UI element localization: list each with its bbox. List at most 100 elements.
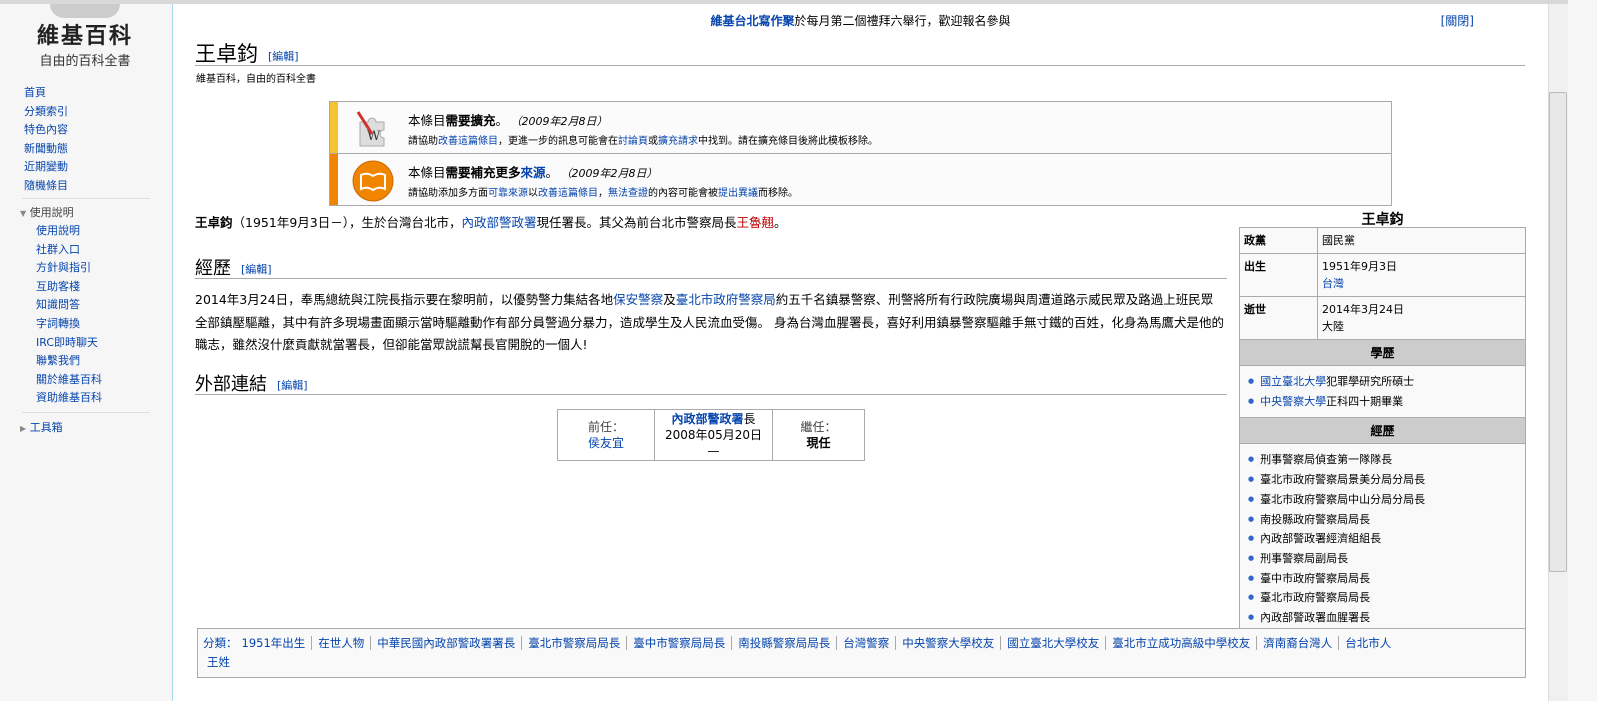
category-link[interactable]: 王姓 <box>203 655 236 669</box>
category-link[interactable]: 臺北市警察局局長 <box>521 636 627 650</box>
nav-item-news[interactable]: 新聞動態 <box>24 140 68 159</box>
ambox-text: 的內容可能會被 <box>648 188 718 199</box>
father-link[interactable]: 王魯翹 <box>737 215 775 230</box>
category-link-text[interactable]: 台灣警察 <box>843 636 889 650</box>
help-item[interactable]: 互助客棧 <box>36 278 102 297</box>
category-link[interactable]: 台北市人 <box>1338 636 1398 650</box>
list-item: 內政部警政署血腥署長 <box>1248 608 1517 628</box>
reliable-sources-link[interactable]: 可靠來源 <box>488 188 528 199</box>
category-link-text[interactable]: 中央警察大學校友 <box>902 636 994 650</box>
help-item[interactable]: 知識問答 <box>36 296 102 315</box>
category-link-text[interactable]: 濟南裔台灣人 <box>1263 636 1332 650</box>
edit-link[interactable]: [編輯] <box>268 50 299 63</box>
category-link-text[interactable]: 1951年出生 <box>242 636 306 650</box>
expansion-request-link[interactable]: 擴充請求 <box>658 136 698 147</box>
text: （1951年9月3日－），生於台灣台北市， <box>232 215 462 230</box>
university-link[interactable]: 中央警察大學 <box>1260 395 1326 408</box>
predecessor-link[interactable]: 侯友宜 <box>588 436 624 450</box>
edit-link[interactable]: [編輯] <box>277 379 308 392</box>
challenge-link[interactable]: 提出異議 <box>718 188 758 199</box>
category-link[interactable]: 1951年出生 <box>238 636 312 650</box>
succession-box: 前任： 侯友宜 內政部警政署長 2008年05月20日— 繼任： 現任 <box>557 409 865 461</box>
born-place-link[interactable]: 台灣 <box>1322 277 1344 290</box>
category-link-text[interactable]: 國立臺北大學校友 <box>1007 636 1099 650</box>
category-link-text[interactable]: 在世人物 <box>318 636 364 650</box>
ambox-text: 請協助 <box>408 136 438 147</box>
category-link[interactable]: 國立臺北大學校友 <box>1000 636 1106 650</box>
born-date: 1951年9月3日 <box>1322 260 1397 273</box>
triangle-down-icon: ▼ <box>20 209 27 218</box>
category-link-text[interactable]: 南投縣警察局局長 <box>738 636 830 650</box>
nav-item-recent-changes[interactable]: 近期變動 <box>24 158 68 177</box>
help-item[interactable]: 關於維基百科 <box>36 371 102 390</box>
help-item[interactable]: 社群入口 <box>36 241 102 260</box>
category-link-text[interactable]: 台北市人 <box>1345 636 1391 650</box>
dismiss-notice-link[interactable]: [關閉] <box>1441 12 1474 29</box>
talk-page-link[interactable]: 討論頁 <box>618 136 648 147</box>
help-item[interactable]: 聯繫我們 <box>36 352 102 371</box>
security-police-link[interactable]: 保安警察 <box>613 292 663 307</box>
ambox-text: 請協助添加多方面 <box>408 188 488 199</box>
edit-link[interactable]: [編輯] <box>241 263 272 276</box>
nav-item-featured[interactable]: 特色內容 <box>24 121 68 140</box>
help-heading: 使用說明 <box>29 206 74 219</box>
scrollbar-thumb[interactable] <box>1549 92 1567 572</box>
notice-link[interactable]: 維基台北寫作聚 <box>710 14 794 28</box>
university-link[interactable]: 國立臺北大學 <box>1260 375 1326 388</box>
career-heading: 經歷 <box>1239 417 1526 445</box>
category-links: 分類： 1951年出生 在世人物 中華民國內政部警政署署長 臺北市警察局局長 臺中市警察局… <box>197 628 1526 678</box>
list-item: 臺北市政府警察局景美分局分局長 <box>1248 470 1517 490</box>
toolbox-toggle[interactable]: ▶ 工具箱 <box>20 419 63 435</box>
npa-link[interactable]: 內政部警政署 <box>461 215 536 230</box>
category-link[interactable]: 在世人物 <box>311 636 371 650</box>
improve-article-link[interactable]: 改善這篇條目 <box>538 188 598 199</box>
category-link[interactable]: 臺北市立成功高級中學校友 <box>1105 636 1257 650</box>
ambox-text: 。 <box>545 165 559 180</box>
list-item: 臺北市政府警察局局長 <box>1248 588 1517 608</box>
text: 2014年3月24日，奉馬總統與江院長指示要在黎明前，以優勢警力集結各地 <box>195 292 614 307</box>
category-link[interactable]: 中央警察大學校友 <box>895 636 1001 650</box>
taipei-police-link[interactable]: 臺北市政府警察局 <box>676 292 776 307</box>
ambox-bold: 需要擴充 <box>445 113 496 128</box>
improve-article-link[interactable]: 改善這篇條目 <box>438 136 498 147</box>
ambox-text: 而移除。 <box>758 188 798 199</box>
help-item[interactable]: 方針與指引 <box>36 259 102 278</box>
help-item[interactable]: 字詞轉換 <box>36 315 102 334</box>
category-link-text[interactable]: 臺中市警察局局長 <box>633 636 725 650</box>
successor-cell: 繼任： 現任 <box>772 409 865 461</box>
category-link-text[interactable]: 中華民國內政部警政署署長 <box>377 636 515 650</box>
ambox-text: 或 <box>648 136 658 147</box>
nav-item-home[interactable]: 首頁 <box>24 84 68 103</box>
list-item: 南投縣政府警察局局長 <box>1248 510 1517 530</box>
nav-item-random[interactable]: 隨機條目 <box>24 177 68 196</box>
verifiability-link[interactable]: 無法查證 <box>608 188 648 199</box>
category-link[interactable]: 中華民國內政部警政署署長 <box>370 636 522 650</box>
help-item[interactable]: 使用說明 <box>36 222 102 241</box>
category-link[interactable]: 台灣警察 <box>836 636 896 650</box>
category-link[interactable]: 濟南裔台灣人 <box>1256 636 1339 650</box>
help-item[interactable]: 資助維基百科 <box>36 389 102 408</box>
career-list: 刑事警察局偵查第一隊隊長 臺北市政府警察局景美分局分局長 臺北市政府警察局中山分… <box>1240 444 1525 633</box>
category-link-text[interactable]: 臺北市立成功高級中學校友 <box>1112 636 1250 650</box>
help-section-toggle[interactable]: ▼ 使用說明 <box>20 204 74 220</box>
sources-link[interactable]: 來源 <box>521 165 546 180</box>
category-link-text[interactable]: 臺北市警察局局長 <box>528 636 620 650</box>
party-label: 政黨 <box>1244 234 1266 247</box>
nav-item-categories[interactable]: 分類索引 <box>24 103 68 122</box>
ambox-date: （2009年2月8日） <box>516 115 608 128</box>
ambox-text: 以 <box>528 188 538 199</box>
title-text: 王卓鈞 <box>195 42 258 66</box>
nav-list: 首頁 分類索引 特色內容 新聞動態 近期變動 隨機條目 <box>24 84 68 196</box>
help-item[interactable]: IRC即時聊天 <box>36 334 102 353</box>
category-link[interactable]: 臺中市警察局局長 <box>626 636 732 650</box>
ambox-text: ， <box>598 188 608 199</box>
category-link-text[interactable]: 王姓 <box>207 655 230 669</box>
book-icon <box>352 160 394 202</box>
text: 。 <box>774 215 787 230</box>
office-link[interactable]: 內政部警政署 <box>671 412 743 426</box>
category-link[interactable]: 南投縣警察局局長 <box>731 636 837 650</box>
wikipedia-logo[interactable]: 維基百科 自由的百科全書 <box>20 4 150 69</box>
successor: 現任 <box>806 436 831 450</box>
list-item: 國立臺北大學犯罪學研究所碩士 <box>1248 372 1517 392</box>
categories-label[interactable]: 分類： <box>203 636 238 650</box>
